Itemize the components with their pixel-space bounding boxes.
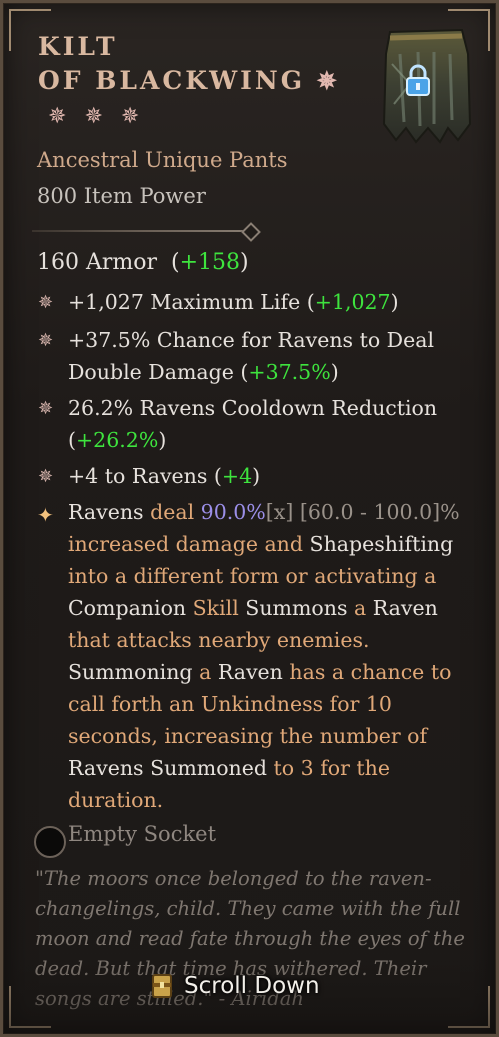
item-name-text: OF BLACKWING (38, 66, 306, 95)
keyword: Ravens Summoned (68, 756, 268, 780)
rarity-star-icon: ✵ (84, 104, 121, 129)
text: a (192, 660, 218, 684)
text: a (347, 596, 373, 620)
affix-delta: +1,027 (314, 290, 391, 314)
affix-line: 26.2% Ravens Cooldown Reduction (+26.2%) (68, 392, 468, 456)
affix-text: +1,027 Maximum Life ( (68, 290, 315, 314)
keyword: Summons (245, 596, 348, 620)
affix-text: +4 to Ravens ( (68, 464, 222, 488)
text: increased damage and (68, 532, 310, 556)
keyword: Raven (217, 660, 283, 684)
keyword: Raven (372, 596, 438, 620)
affix-close: ) (330, 360, 339, 384)
section-divider (32, 230, 256, 232)
keyword: Companion (68, 596, 187, 620)
scroll-treasure-icon (152, 974, 172, 998)
armor-value: 160 Armor (37, 250, 158, 275)
affix-close: ) (158, 428, 167, 452)
affix-line: +37.5% Chance for Ravens to Deal Double … (68, 324, 468, 388)
keyword: Summoning (68, 660, 193, 684)
rarity-stars: ✵✵✵ (48, 104, 157, 129)
text: deal (143, 500, 201, 524)
snowflake-star-icon: ✵ (38, 330, 54, 351)
affix-close: ) (252, 464, 261, 488)
item-name: KILT OF BLACKWING ✵ (38, 30, 340, 98)
affix-line: +1,027 Maximum Life (+1,027) (68, 286, 468, 318)
affix-delta: +37.5% (248, 360, 331, 384)
rarity-star-icon: ✵ (48, 104, 85, 129)
armor-delta: +158 (179, 250, 241, 275)
empty-socket-label: Empty Socket (68, 822, 217, 846)
scroll-down-prompt[interactable]: Scroll Down (150, 966, 320, 1006)
snowflake-star-icon: ✵ (38, 398, 54, 419)
item-name-line-1: KILT (38, 32, 118, 61)
power-value: 90.0% (200, 500, 266, 524)
keyword: Shapeshifting (309, 532, 454, 556)
item-power: 800 Item Power (37, 184, 206, 208)
rarity-star-icon: ✵ (120, 104, 158, 129)
scroll-down-label: Scroll Down (184, 973, 320, 999)
armor-stat: 160 Armor (+158) (37, 250, 249, 275)
text: that attacks nearby enemies. (68, 628, 370, 652)
gem-socket-icon (34, 826, 66, 858)
value-range: [60.0 - 100.0]% (293, 500, 460, 524)
unique-star-icon: ✵ (316, 66, 340, 95)
unique-power-text: Ravens deal 90.0%[x] [60.0 - 100.0]% inc… (68, 496, 473, 816)
affix-delta: +4 (221, 464, 253, 488)
item-name-line-2: OF BLACKWING ✵ (38, 64, 340, 98)
affix-line: +4 to Ravens (+4) (68, 460, 468, 492)
text: Skill (186, 596, 246, 620)
padlock-icon[interactable] (402, 64, 434, 98)
multiplier-tag: [x] (265, 500, 294, 524)
text: into a different form or activating a (68, 564, 437, 588)
snowflake-star-icon: ✵ (38, 292, 54, 313)
affix-delta: +26.2% (76, 428, 159, 452)
snowflake-star-icon: ✵ (38, 466, 54, 487)
armor-delta-close: ) (240, 250, 249, 275)
keyword: Ravens (68, 500, 144, 524)
sparkle-star-icon: ✦ (37, 503, 54, 527)
item-type: Ancestral Unique Pants (37, 148, 288, 172)
affix-close: ) (390, 290, 399, 314)
armor-delta-open: ( (171, 250, 180, 275)
